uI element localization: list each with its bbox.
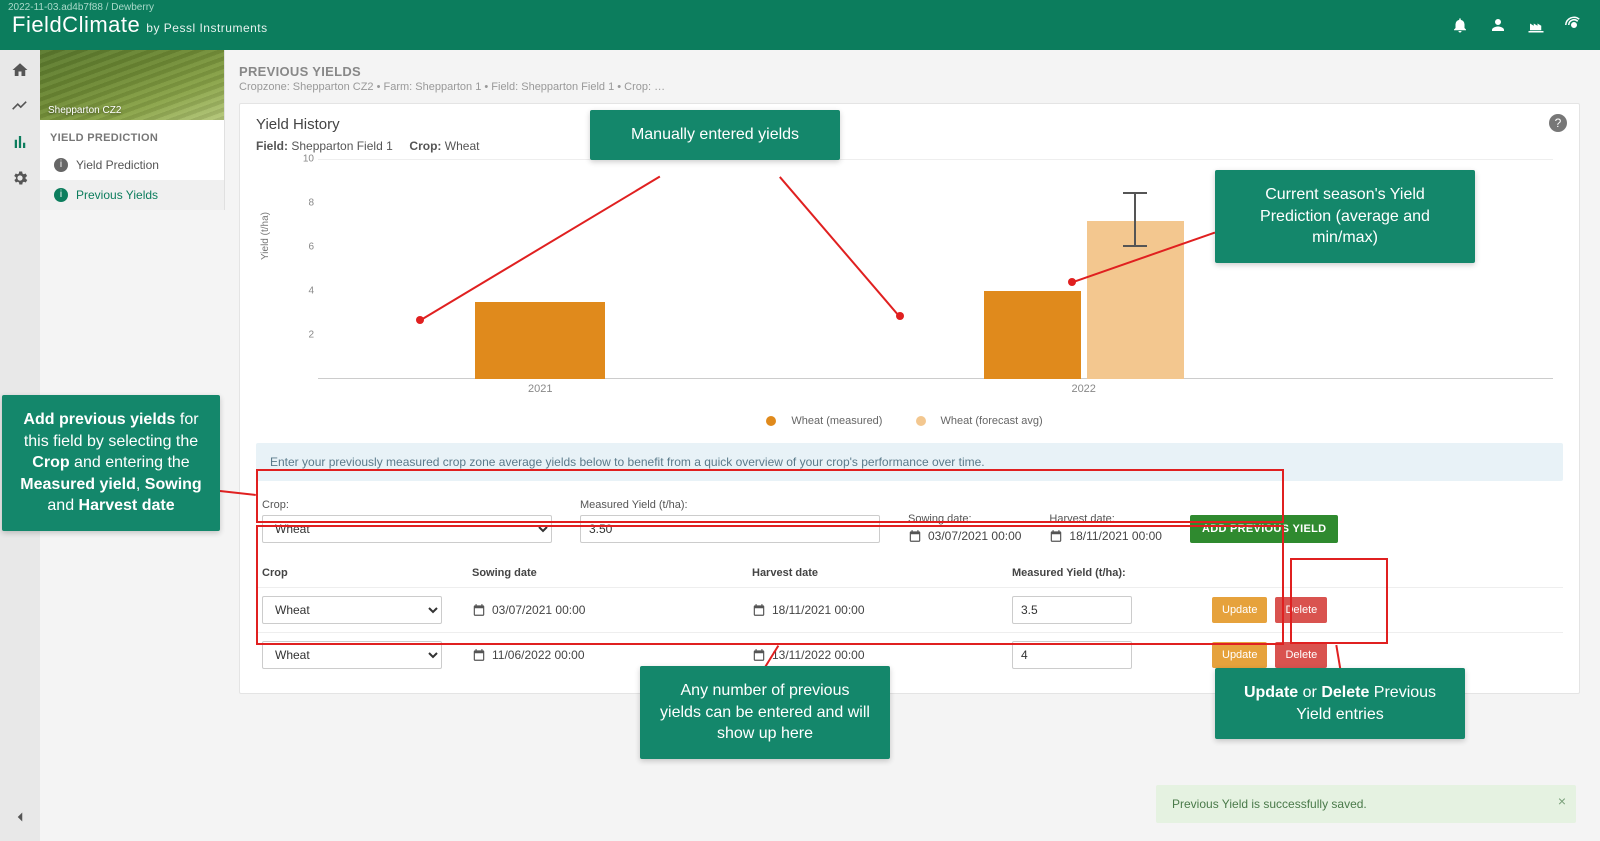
sidebar-item-label: Previous Yields [76, 188, 158, 202]
harvest-date-value: 18/11/2021 00:00 [1069, 529, 1162, 543]
table-row: Wheat 03/07/2021 00:0018/11/2021 00:00 Upd… [256, 587, 1563, 632]
field-value: Shepparton Field 1 [291, 139, 392, 153]
yield-input-label: Measured Yield (t/ha): [580, 499, 880, 511]
th-sowing: Sowing date [472, 567, 752, 579]
sowing-date-input[interactable]: 03/07/2021 00:00 [908, 529, 1021, 543]
crop-label: Crop: [409, 139, 441, 153]
toast-close-icon[interactable]: × [1558, 793, 1566, 809]
calendar-icon [472, 603, 486, 617]
legend-measured: Wheat (measured) [791, 415, 882, 427]
previous-yields-table: Crop Sowing date Harvest date Measured Y… [256, 559, 1563, 677]
crop-value: Wheat [445, 139, 480, 153]
collapse-icon[interactable] [8, 805, 32, 829]
calendar-icon [908, 529, 922, 543]
callout-manual-yields: Manually entered yields [590, 110, 840, 160]
sidebar-section-title: YIELD PREDICTION [40, 120, 224, 150]
field-label: Field: [256, 139, 288, 153]
sidebar-item-yield-prediction[interactable]: i Yield Prediction [40, 150, 224, 180]
sidebar-banner[interactable]: Shepparton CZ2 [40, 50, 224, 120]
yield-input[interactable] [580, 515, 880, 543]
sidebar-item-previous-yields[interactable]: i Previous Yields [40, 180, 224, 210]
help-icon[interactable]: ? [1549, 114, 1567, 132]
brand-byline: by Pessl Instruments [146, 21, 267, 35]
callout-current-prediction: Current season's Yield Prediction (avera… [1215, 170, 1475, 263]
page-title: PREVIOUS YIELDS [239, 64, 1580, 79]
bell-icon[interactable] [1446, 11, 1474, 39]
x-tick: 2022 [1071, 383, 1095, 395]
bar-measured [475, 302, 605, 379]
legend-forecast: Wheat (forecast avg) [941, 415, 1043, 427]
callout-table-rows: Any number of previous yields can be ent… [640, 666, 890, 759]
version-string: 2022-11-03.ad4b7f88 / Dewberry [8, 2, 154, 13]
chart-legend: Wheat (measured) Wheat (forecast avg) [256, 415, 1563, 429]
card-meta: Field: Shepparton Field 1 Crop: Wheat [256, 139, 1563, 153]
row-sowing-date[interactable]: 11/06/2022 00:00 [472, 648, 752, 662]
chart-icon[interactable] [8, 130, 32, 154]
th-yield: Measured Yield (t/ha): [1012, 567, 1212, 579]
brand-logo: FieldClimate by Pessl Instruments [12, 12, 268, 38]
callout-update-delete: Update or Delete Previous Yield entries [1215, 668, 1465, 739]
calendar-icon [1049, 529, 1063, 543]
row-sowing-date[interactable]: 03/07/2021 00:00 [472, 603, 752, 617]
y-tick: 6 [286, 242, 314, 253]
add-previous-yield-form: Crop: Wheat Measured Yield (t/ha): Sowin… [256, 495, 1563, 553]
toast-success: Previous Yield is successfully saved. × [1156, 785, 1576, 823]
sowing-date-value: 03/07/2021 00:00 [928, 529, 1021, 543]
th-crop: Crop [262, 567, 472, 579]
update-button[interactable]: Update [1212, 642, 1267, 668]
info-dot-icon: i [54, 188, 68, 202]
gear-icon[interactable] [8, 166, 32, 190]
harvest-date-input[interactable]: 18/11/2021 00:00 [1049, 529, 1162, 543]
update-button[interactable]: Update [1212, 597, 1267, 623]
crop-select-label: Crop: [262, 499, 552, 511]
calendar-icon [472, 648, 486, 662]
banner-label: Shepparton CZ2 [48, 105, 121, 116]
delete-button[interactable]: Delete [1275, 597, 1327, 623]
card-title: Yield History [256, 116, 1563, 133]
sidebar: Shepparton CZ2 YIELD PREDICTION i Yield … [40, 50, 225, 210]
y-tick: 8 [286, 198, 314, 209]
sidebar-item-label: Yield Prediction [76, 158, 159, 172]
y-axis-label: Yield (t/ha) [260, 212, 271, 260]
user-icon[interactable] [1484, 11, 1512, 39]
calendar-icon [752, 648, 766, 662]
row-crop-select[interactable]: Wheat [262, 596, 442, 624]
y-tick: 10 [286, 154, 314, 165]
row-harvest-date[interactable]: 18/11/2021 00:00 [752, 603, 1012, 617]
row-yield-input[interactable] [1012, 641, 1132, 669]
broadcast-icon[interactable] [1560, 11, 1588, 39]
sowing-date-label: Sowing date: [908, 513, 1021, 525]
top-bar: 2022-11-03.ad4b7f88 / Dewberry FieldClim… [0, 0, 1600, 50]
delete-button[interactable]: Delete [1275, 642, 1327, 668]
row-crop-select[interactable]: Wheat [262, 641, 442, 669]
y-tick: 2 [286, 330, 314, 341]
bar-measured [984, 291, 1081, 379]
callout-add-previous: Add previous yields for this field by se… [2, 395, 220, 531]
info-banner: Enter your previously measured crop zone… [256, 443, 1563, 481]
info-dot-icon: i [54, 158, 68, 172]
add-previous-yield-button[interactable]: ADD PREVIOUS YIELD [1190, 515, 1338, 543]
crop-select[interactable]: Wheat [262, 515, 552, 543]
home-icon[interactable] [8, 58, 32, 82]
row-yield-input[interactable] [1012, 596, 1132, 624]
toast-text: Previous Yield is successfully saved. [1172, 797, 1367, 811]
y-tick: 4 [286, 286, 314, 297]
brand-name: FieldClimate [12, 12, 140, 38]
harvest-date-label: Harvest date: [1049, 513, 1162, 525]
row-harvest-date[interactable]: 13/11/2022 00:00 [752, 648, 1012, 662]
x-tick: 2021 [528, 383, 552, 395]
bar-forecast [1087, 221, 1184, 379]
breadcrumb: Cropzone: Shepparton CZ2 • Farm: Sheppar… [239, 81, 1580, 93]
th-harvest: Harvest date [752, 567, 1012, 579]
measure-icon[interactable] [8, 94, 32, 118]
factory-icon[interactable] [1522, 11, 1550, 39]
calendar-icon [752, 603, 766, 617]
